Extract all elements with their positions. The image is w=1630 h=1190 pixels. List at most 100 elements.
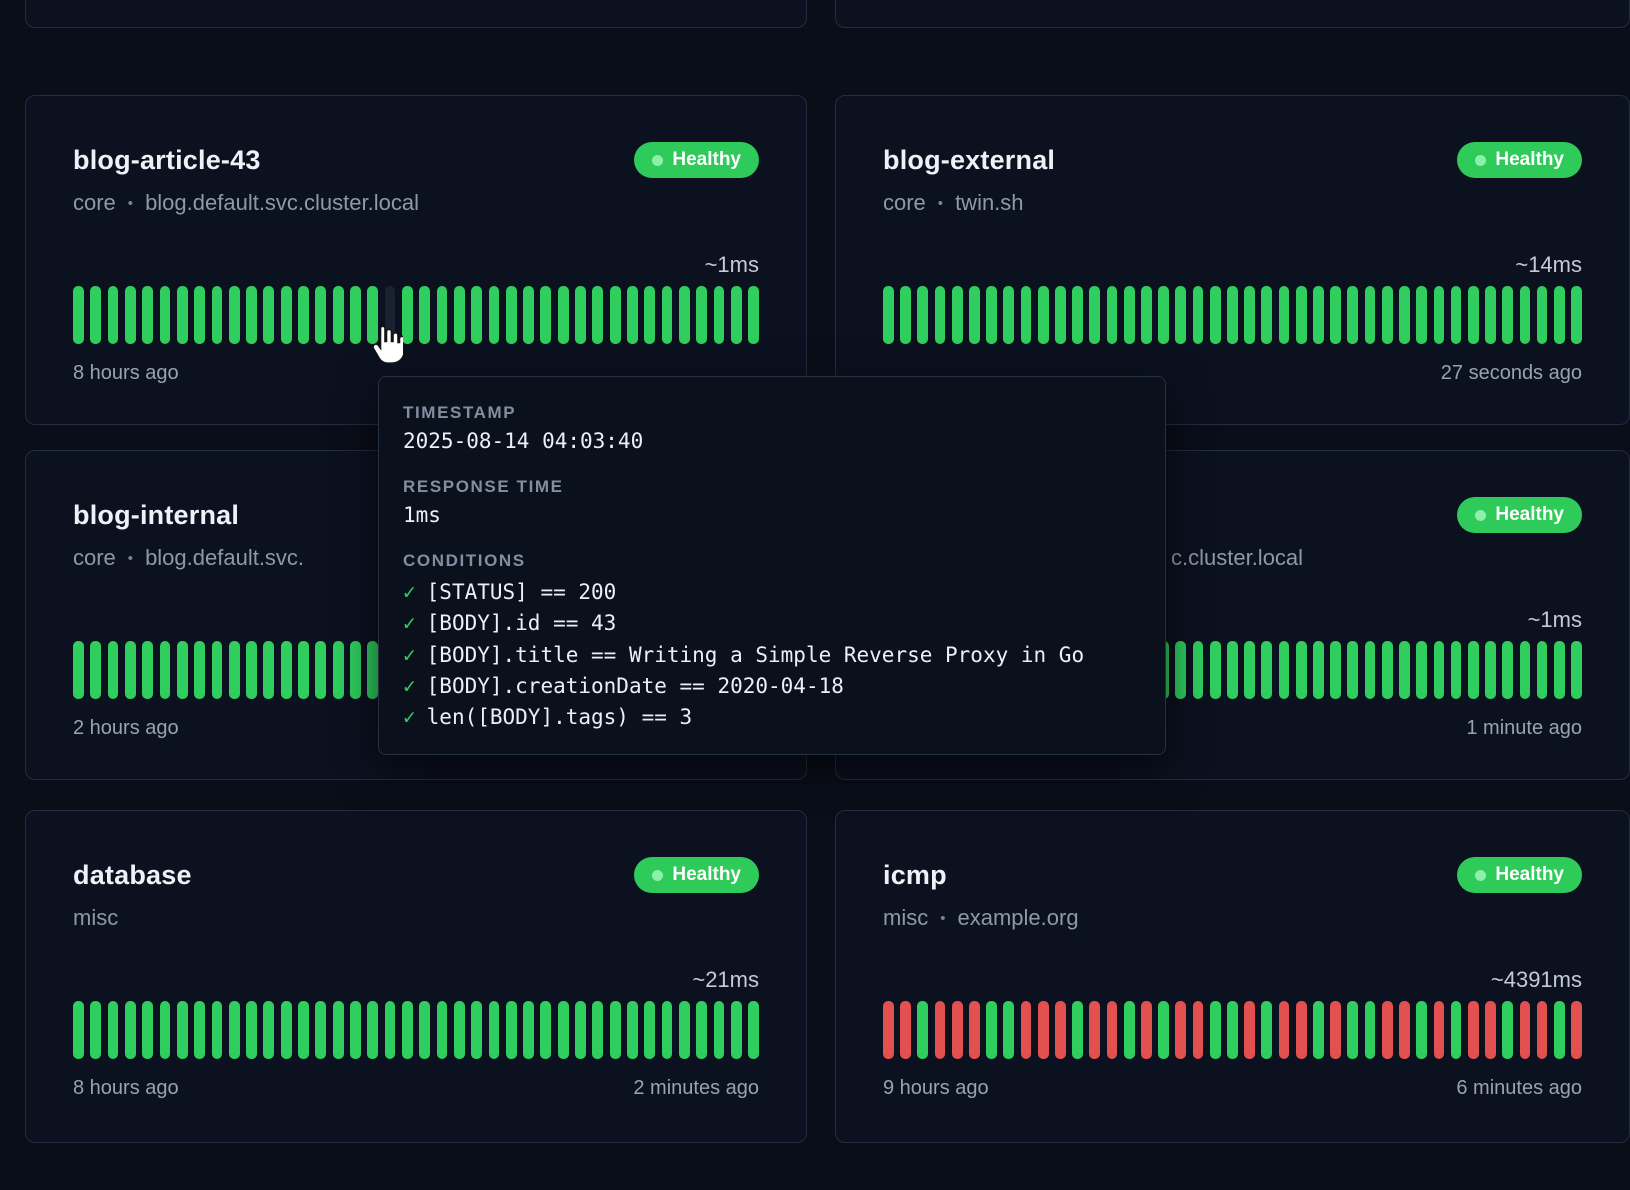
health-bar[interactable] bbox=[506, 1001, 517, 1059]
health-bar[interactable] bbox=[1347, 286, 1358, 344]
health-bar[interactable] bbox=[1296, 286, 1307, 344]
health-bar[interactable] bbox=[160, 286, 171, 344]
health-bar[interactable] bbox=[952, 1001, 963, 1059]
health-bar[interactable] bbox=[263, 286, 274, 344]
health-bar[interactable] bbox=[1468, 1001, 1479, 1059]
health-bar[interactable] bbox=[575, 1001, 586, 1059]
health-bar[interactable] bbox=[125, 641, 136, 699]
health-bar[interactable] bbox=[1330, 641, 1341, 699]
health-bar[interactable] bbox=[350, 641, 361, 699]
health-bar[interactable] bbox=[1003, 286, 1014, 344]
health-bar[interactable] bbox=[1279, 1001, 1290, 1059]
health-bar[interactable] bbox=[315, 641, 326, 699]
health-bar[interactable] bbox=[1227, 1001, 1238, 1059]
health-bar[interactable] bbox=[1158, 1001, 1169, 1059]
health-bar[interactable] bbox=[419, 1001, 430, 1059]
health-bar[interactable] bbox=[454, 286, 465, 344]
health-bar[interactable] bbox=[333, 286, 344, 344]
health-bar[interactable] bbox=[177, 641, 188, 699]
health-bar[interactable] bbox=[419, 286, 430, 344]
health-bar[interactable] bbox=[1210, 1001, 1221, 1059]
health-bar[interactable] bbox=[1330, 1001, 1341, 1059]
health-bar[interactable] bbox=[350, 1001, 361, 1059]
health-bar[interactable] bbox=[679, 1001, 690, 1059]
health-bar[interactable] bbox=[194, 641, 205, 699]
health-bar[interactable] bbox=[246, 641, 257, 699]
health-bar[interactable] bbox=[1313, 286, 1324, 344]
health-bar[interactable] bbox=[385, 1001, 396, 1059]
health-bar[interactable] bbox=[108, 286, 119, 344]
health-bar[interactable] bbox=[281, 641, 292, 699]
health-bar[interactable] bbox=[1468, 641, 1479, 699]
health-bar[interactable] bbox=[73, 1001, 84, 1059]
health-bar[interactable] bbox=[1089, 1001, 1100, 1059]
health-bar[interactable] bbox=[592, 286, 603, 344]
health-bar[interactable] bbox=[454, 1001, 465, 1059]
health-bar[interactable] bbox=[627, 1001, 638, 1059]
health-bar[interactable] bbox=[917, 1001, 928, 1059]
health-bar[interactable] bbox=[298, 286, 309, 344]
health-bar[interactable] bbox=[900, 1001, 911, 1059]
health-bar[interactable] bbox=[644, 1001, 655, 1059]
health-bar[interactable] bbox=[471, 286, 482, 344]
health-bar[interactable] bbox=[177, 286, 188, 344]
health-bar[interactable] bbox=[212, 641, 223, 699]
health-bar[interactable] bbox=[935, 286, 946, 344]
health-bar[interactable] bbox=[1485, 286, 1496, 344]
health-bar[interactable] bbox=[73, 641, 84, 699]
health-bar[interactable] bbox=[1502, 286, 1513, 344]
health-bar[interactable] bbox=[714, 286, 725, 344]
health-bar[interactable] bbox=[229, 1001, 240, 1059]
health-bar[interactable] bbox=[281, 286, 292, 344]
health-bar[interactable] bbox=[212, 1001, 223, 1059]
health-bar[interactable] bbox=[1520, 286, 1531, 344]
health-bar[interactable] bbox=[125, 1001, 136, 1059]
health-bar[interactable] bbox=[986, 1001, 997, 1059]
health-bar[interactable] bbox=[90, 1001, 101, 1059]
health-bar[interactable] bbox=[73, 286, 84, 344]
health-bar[interactable] bbox=[696, 286, 707, 344]
endpoint-name[interactable]: icmp bbox=[883, 860, 947, 891]
health-bar[interactable] bbox=[1021, 286, 1032, 344]
health-bar[interactable] bbox=[662, 1001, 673, 1059]
health-bar[interactable] bbox=[194, 286, 205, 344]
health-bar[interactable] bbox=[350, 286, 361, 344]
health-bar[interactable] bbox=[1072, 286, 1083, 344]
health-bar[interactable] bbox=[1227, 641, 1238, 699]
health-bar[interactable] bbox=[540, 1001, 551, 1059]
health-bar[interactable] bbox=[333, 641, 344, 699]
health-bar[interactable] bbox=[575, 286, 586, 344]
health-bar[interactable] bbox=[1554, 1001, 1565, 1059]
health-bar[interactable] bbox=[1193, 1001, 1204, 1059]
health-bar[interactable] bbox=[558, 286, 569, 344]
health-bar[interactable] bbox=[177, 1001, 188, 1059]
health-bar[interactable] bbox=[1261, 1001, 1272, 1059]
health-bar[interactable] bbox=[1210, 641, 1221, 699]
health-bar[interactable] bbox=[1210, 286, 1221, 344]
health-bar[interactable] bbox=[1038, 286, 1049, 344]
health-bar[interactable] bbox=[263, 641, 274, 699]
health-bar[interactable] bbox=[714, 1001, 725, 1059]
health-bar[interactable] bbox=[1141, 1001, 1152, 1059]
health-bar[interactable] bbox=[696, 1001, 707, 1059]
health-bar[interactable] bbox=[679, 286, 690, 344]
health-bar[interactable] bbox=[1089, 286, 1100, 344]
health-bar[interactable] bbox=[662, 286, 673, 344]
health-bar[interactable] bbox=[1571, 1001, 1582, 1059]
health-bar[interactable] bbox=[1451, 641, 1462, 699]
health-bar[interactable] bbox=[1520, 641, 1531, 699]
health-bar[interactable] bbox=[1313, 641, 1324, 699]
endpoint-name[interactable]: database bbox=[73, 860, 192, 891]
health-bar[interactable] bbox=[748, 286, 759, 344]
health-bar[interactable] bbox=[1003, 1001, 1014, 1059]
health-bar[interactable] bbox=[1279, 286, 1290, 344]
health-bar[interactable] bbox=[523, 1001, 534, 1059]
health-bar[interactable] bbox=[1227, 286, 1238, 344]
health-bar[interactable] bbox=[1434, 1001, 1445, 1059]
health-bar[interactable] bbox=[969, 1001, 980, 1059]
health-bar[interactable] bbox=[90, 641, 101, 699]
health-bar[interactable] bbox=[1554, 641, 1565, 699]
health-bar[interactable] bbox=[108, 1001, 119, 1059]
health-bar[interactable] bbox=[1382, 641, 1393, 699]
health-bar[interactable] bbox=[246, 286, 257, 344]
